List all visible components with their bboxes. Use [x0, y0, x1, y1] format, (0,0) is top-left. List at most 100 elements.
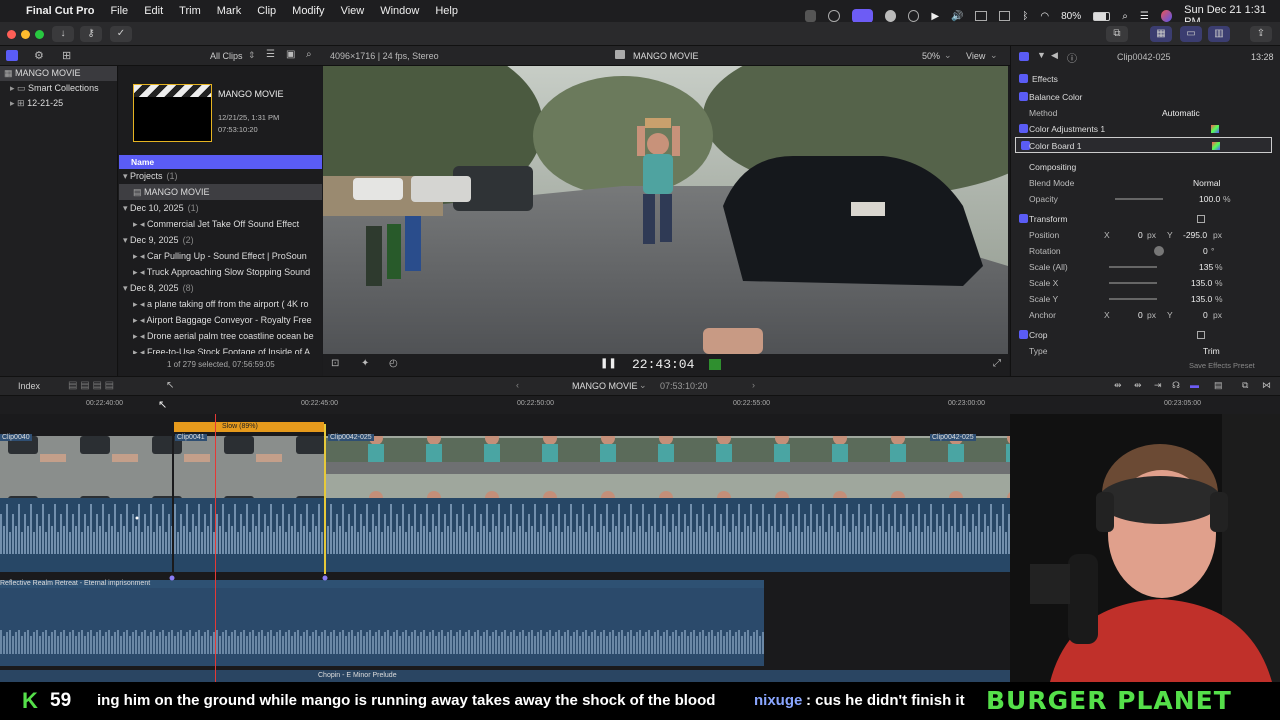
- layout-libraries-icon[interactable]: ▦: [1150, 26, 1172, 42]
- minimize-window-button[interactable]: [21, 30, 30, 39]
- scale-y-value[interactable]: 135.0: [1191, 291, 1212, 307]
- layout-timeline-icon[interactable]: ▭: [1180, 26, 1202, 42]
- background-tasks-icon[interactable]: ✓: [110, 26, 132, 42]
- disclosure-icon[interactable]: ▸ ◂: [133, 347, 147, 354]
- opacity-value[interactable]: 100.0: [1199, 191, 1220, 207]
- color-adjustments-checkbox[interactable]: [1019, 124, 1028, 133]
- rotation-dial[interactable]: [1154, 246, 1164, 256]
- pause-icon[interactable]: ❚❚: [600, 358, 617, 369]
- skimming-icon[interactable]: ⇹: [1114, 380, 1122, 391]
- effects-checkbox[interactable]: [1019, 74, 1028, 83]
- share-layout-icon[interactable]: ⧉: [1106, 26, 1128, 42]
- disclosure-icon[interactable]: ▸ ◂: [133, 219, 147, 229]
- filmstrip-icon[interactable]: ▣: [286, 49, 295, 60]
- libraries-icon[interactable]: [6, 50, 18, 61]
- list-group-header[interactable]: ▾ Dec 10, 2025 (1): [119, 200, 322, 216]
- disclosure-icon[interactable]: ▾: [123, 283, 130, 293]
- disclosure-icon[interactable]: ▾: [123, 203, 130, 213]
- search-icon[interactable]: ⌕: [306, 49, 312, 60]
- color-adjustments-row[interactable]: Color Adjustments 1: [1011, 121, 1280, 137]
- list-item[interactable]: ▸ ◂ Car Pulling Up - Sound Effect | ProS…: [119, 248, 322, 264]
- clip-appearance-icon[interactable]: ▤: [1214, 380, 1223, 391]
- menu-view[interactable]: View: [341, 5, 365, 17]
- position-y-value[interactable]: -295.0: [1183, 227, 1207, 243]
- method-dropdown[interactable]: Automatic: [1162, 105, 1200, 121]
- opacity-slider[interactable]: [1115, 198, 1163, 200]
- crop-row[interactable]: Crop: [1011, 327, 1280, 343]
- zoom-window-button[interactable]: [35, 30, 44, 39]
- list-group-header[interactable]: ▾ Dec 9, 2025 (2): [119, 232, 322, 248]
- disclosure-icon[interactable]: ▸ ◂: [133, 299, 147, 309]
- transitions-icon[interactable]: ⋈: [1262, 380, 1271, 391]
- effects-browser-icon[interactable]: ⧉: [1242, 380, 1248, 391]
- blend-mode-dropdown[interactable]: Normal: [1193, 175, 1220, 191]
- disclosure-icon[interactable]: ▸: [10, 83, 17, 93]
- zoom-dropdown[interactable]: 50%: [922, 51, 940, 61]
- timeline-ruler[interactable]: 00:22:40:00 00:22:45:00 00:22:50:00 00:2…: [0, 396, 1280, 414]
- screen-record-icon[interactable]: [851, 9, 873, 23]
- headphones-icon[interactable]: ☊: [1172, 380, 1180, 391]
- crop-type-dropdown[interactable]: Trim: [1203, 343, 1220, 359]
- app-menu[interactable]: Final Cut Pro: [26, 5, 94, 17]
- status-icon[interactable]: [828, 10, 840, 22]
- volume-icon[interactable]: 🔊: [951, 11, 963, 22]
- disclosure-icon[interactable]: ▸ ◂: [133, 331, 147, 341]
- clip-filter-dropdown[interactable]: All Clips: [210, 51, 243, 61]
- snapping-icon[interactable]: ▬: [1190, 380, 1199, 390]
- menu-mark[interactable]: Mark: [217, 5, 241, 17]
- info-icon[interactable]: ⓘ: [1067, 50, 1077, 65]
- list-item[interactable]: ▸ ◂ Free-to-Use Stock Footage of Inside …: [119, 344, 322, 354]
- disclosure-icon[interactable]: ▸: [10, 98, 17, 108]
- status-icon[interactable]: [907, 10, 920, 22]
- music-clip-label[interactable]: Chopin - E Minor Prelude: [318, 672, 397, 679]
- column-header-name[interactable]: Name: [119, 155, 322, 169]
- menu-window[interactable]: Window: [380, 5, 419, 17]
- anchor-y-value[interactable]: 0: [1203, 307, 1208, 323]
- menu-clip[interactable]: Clip: [257, 5, 276, 17]
- view-dropdown[interactable]: View: [966, 51, 985, 61]
- speed-icon[interactable]: ◴: [389, 358, 398, 369]
- rotation-value[interactable]: 0: [1203, 243, 1208, 259]
- sidebar-item-event[interactable]: ▸ ⊞ 12-21-25: [0, 96, 117, 111]
- disclosure-icon[interactable]: ▾: [123, 235, 130, 245]
- crop-controls-icon[interactable]: [1197, 331, 1205, 339]
- library-item[interactable]: ▦ MANGO MOVIE: [0, 66, 117, 81]
- menu-trim[interactable]: Trim: [179, 5, 201, 17]
- layout-inspector-icon[interactable]: ▥: [1208, 26, 1230, 42]
- video-inspector-icon[interactable]: [1019, 52, 1029, 61]
- scale-x-slider[interactable]: [1109, 282, 1157, 284]
- chevron-down-icon[interactable]: ⌄: [990, 50, 998, 61]
- status-icon[interactable]: [884, 10, 896, 22]
- keywords-icon[interactable]: ⚷: [80, 26, 102, 42]
- balance-color-checkbox[interactable]: [1019, 92, 1028, 101]
- list-item[interactable]: ▸ ◂ a plane taking off from the airport …: [119, 296, 322, 312]
- balance-color-row[interactable]: Balance Color: [1011, 89, 1280, 105]
- forward-icon[interactable]: ›: [752, 380, 755, 390]
- scale-all-slider[interactable]: [1109, 266, 1157, 268]
- share-icon[interactable]: ⇪: [1250, 26, 1272, 42]
- disclosure-icon[interactable]: ▸ ◂: [133, 251, 147, 261]
- list-item[interactable]: ▸ ◂ Commercial Jet Take Off Sound Effect: [119, 216, 322, 232]
- import-icon[interactable]: ↓: [52, 26, 74, 42]
- siri-icon[interactable]: [1160, 10, 1173, 22]
- display-icon[interactable]: [998, 11, 1011, 21]
- list-view-icon[interactable]: ☰: [266, 49, 275, 60]
- scale-x-value[interactable]: 135.0: [1191, 275, 1212, 291]
- retime-label[interactable]: Slow (89%): [222, 423, 258, 430]
- photos-icon[interactable]: ⚙: [34, 49, 44, 62]
- scale-y-slider[interactable]: [1109, 298, 1157, 300]
- position-x-value[interactable]: 0: [1138, 227, 1143, 243]
- chevron-down-icon[interactable]: ⌄: [944, 50, 952, 61]
- music-clip-label[interactable]: Reflective Realm Retreat - Eternal impri…: [0, 580, 150, 587]
- menu-modify[interactable]: Modify: [292, 5, 324, 17]
- color-wheel-icon[interactable]: [1211, 125, 1219, 133]
- search-icon[interactable]: ⌕: [1122, 11, 1128, 22]
- back-icon[interactable]: ‹: [516, 380, 519, 390]
- chevron-down-icon[interactable]: ⌄: [639, 380, 647, 391]
- disclosure-icon[interactable]: ▸ ◂: [133, 267, 147, 277]
- list-item[interactable]: ▸ ◂ Truck Approaching Slow Stopping Soun…: [119, 264, 322, 280]
- list-item[interactable]: ▤ MANGO MOVIE: [119, 184, 322, 200]
- viewer-frame[interactable]: [323, 66, 1008, 354]
- bluetooth-icon[interactable]: ᛒ: [1022, 11, 1028, 22]
- titles-icon[interactable]: ⊞: [62, 49, 71, 62]
